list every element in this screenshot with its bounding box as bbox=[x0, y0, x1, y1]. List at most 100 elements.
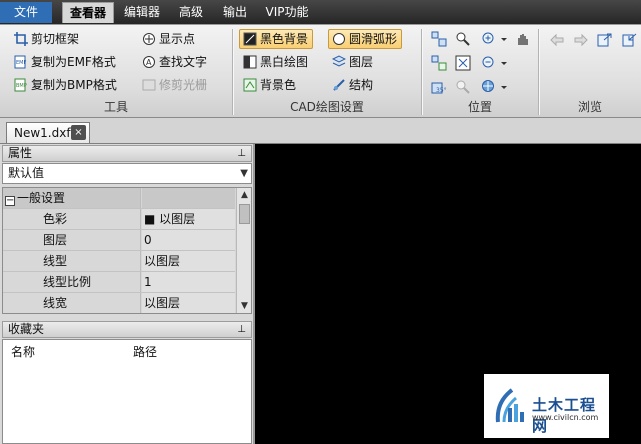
favorites-title-text: 收藏夹 bbox=[8, 322, 45, 336]
trim-raster-button[interactable]: 修剪光栅 bbox=[142, 75, 207, 95]
position-group-label: 位置 bbox=[467, 100, 492, 114]
svg-text:A: A bbox=[146, 58, 152, 67]
menu-editor[interactable]: 编辑器 bbox=[118, 2, 166, 23]
background-color-button[interactable]: 背景色 bbox=[243, 75, 296, 95]
close-icon[interactable]: × bbox=[71, 125, 86, 140]
smooth-arc-icon bbox=[332, 32, 346, 46]
property-scrollbar[interactable]: ▲ ▼ bbox=[236, 188, 251, 313]
fit-layout-icon[interactable] bbox=[431, 55, 447, 71]
browse-group-label: 浏览 bbox=[577, 100, 602, 114]
show-points-button[interactable]: 显示点 bbox=[142, 29, 195, 49]
layers-label: 图层 bbox=[349, 55, 374, 69]
pin-icon[interactable]: ⊥ bbox=[237, 322, 246, 337]
property-row[interactable]: 线型比例 1 bbox=[3, 272, 235, 293]
tools-group-label: 工具 bbox=[103, 100, 128, 114]
rotate-icon[interactable]: 35° bbox=[431, 79, 447, 95]
arrow-left-icon[interactable] bbox=[549, 32, 565, 48]
copy-bmp-button[interactable]: BMP 复制为BMP格式 bbox=[14, 75, 117, 95]
property-value[interactable]: 以图层 bbox=[142, 293, 235, 313]
structure-icon bbox=[332, 78, 346, 92]
property-row[interactable]: 色彩 ■ 以图层 bbox=[3, 209, 235, 230]
trim-raster-icon bbox=[142, 78, 156, 92]
chevron-down-icon[interactable] bbox=[497, 55, 513, 71]
copy-emf-button[interactable]: EMF 复制为EMF格式 bbox=[14, 52, 116, 72]
ribbon: 剪切框架 EMF 复制为EMF格式 BMP 复制为BMP格式 显示点 A 查找文… bbox=[0, 24, 641, 118]
civil-logo-icon bbox=[495, 388, 524, 423]
copy-bmp-icon: BMP bbox=[14, 78, 28, 92]
zoom-out-icon[interactable] bbox=[481, 55, 497, 71]
property-row[interactable]: 线宽 以图层 bbox=[3, 293, 235, 313]
category-label: 一般设置 bbox=[17, 191, 66, 205]
property-value[interactable]: 1 bbox=[142, 272, 235, 292]
pan-hand-icon[interactable] bbox=[515, 31, 531, 47]
property-name: 色彩 bbox=[3, 209, 141, 229]
show-points-label: 显示点 bbox=[159, 32, 196, 46]
black-background-label: 黑色背景 bbox=[260, 32, 309, 46]
favorites-list[interactable]: 名称 路径 bbox=[2, 339, 252, 444]
black-background-icon bbox=[243, 32, 257, 46]
zoom-previous-icon[interactable] bbox=[455, 79, 471, 95]
property-name: 线宽 bbox=[3, 293, 141, 313]
property-grid: − 一般设置 色彩 ■ 以图层 图层 0 线型 以图层 线型比例 1 线宽 以图层… bbox=[2, 187, 252, 314]
smooth-arc-label: 圆滑弧形 bbox=[349, 32, 398, 46]
export-icon[interactable] bbox=[597, 32, 613, 48]
zoom-window-icon[interactable] bbox=[431, 31, 447, 47]
property-value[interactable]: ■ 以图层 bbox=[142, 209, 235, 229]
find-text-icon: A bbox=[142, 55, 156, 69]
smooth-arc-button[interactable]: 圆滑弧形 bbox=[328, 29, 403, 49]
chevron-down-icon[interactable]: ▼ bbox=[240, 164, 248, 183]
property-value[interactable]: 以图层 bbox=[142, 251, 235, 271]
crop-frame-button[interactable]: 剪切框架 bbox=[14, 29, 79, 49]
black-white-icon bbox=[243, 55, 257, 69]
property-value[interactable]: 0 bbox=[142, 230, 235, 250]
property-row[interactable]: 图层 0 bbox=[3, 230, 235, 251]
column-header-path[interactable]: 路径 bbox=[133, 343, 157, 360]
chevron-down-icon[interactable] bbox=[497, 31, 513, 47]
collapse-icon[interactable]: − bbox=[5, 196, 15, 206]
copy-emf-icon: EMF bbox=[14, 55, 28, 69]
preset-combo-value: 默认值 bbox=[8, 166, 45, 180]
menu-viewer[interactable]: 查看器 bbox=[62, 2, 114, 23]
find-text-label: 查找文字 bbox=[159, 55, 208, 69]
zoom-in-icon[interactable] bbox=[481, 31, 497, 47]
find-text-button[interactable]: A 查找文字 bbox=[142, 52, 207, 72]
column-header-name[interactable]: 名称 bbox=[11, 343, 35, 360]
property-name: 线型 bbox=[3, 251, 141, 271]
import-icon[interactable] bbox=[622, 32, 638, 48]
zoom-select-icon[interactable] bbox=[455, 31, 471, 47]
structure-button[interactable]: 结构 bbox=[332, 75, 373, 95]
arrow-right-icon[interactable] bbox=[573, 32, 589, 48]
property-name: 图层 bbox=[3, 230, 141, 250]
properties-title-text: 属性 bbox=[8, 146, 33, 160]
menu-file[interactable]: 文件 bbox=[0, 2, 52, 23]
menu-output[interactable]: 输出 bbox=[216, 2, 254, 23]
crop-frame-icon bbox=[14, 32, 28, 46]
favorites-panel-title: 收藏夹 ⊥ bbox=[2, 321, 252, 338]
black-background-button[interactable]: 黑色背景 bbox=[239, 29, 314, 49]
svg-text:BMP: BMP bbox=[16, 83, 27, 89]
scroll-thumb[interactable] bbox=[239, 204, 250, 224]
property-row[interactable]: 线型 以图层 bbox=[3, 251, 235, 272]
cad-group-label: CAD绘图设置 bbox=[290, 100, 364, 114]
pin-icon[interactable]: ⊥ bbox=[237, 146, 246, 161]
background-color-label: 背景色 bbox=[260, 78, 297, 92]
menu-vip[interactable]: VIP功能 bbox=[260, 2, 314, 23]
menu-advanced[interactable]: 高级 bbox=[172, 2, 210, 23]
tab-new1-dxf[interactable]: New1.dxf × bbox=[6, 122, 90, 143]
tab-label: New1.dxf bbox=[14, 126, 71, 140]
preset-combo[interactable]: 默认值 ▼ bbox=[2, 163, 252, 184]
black-white-button[interactable]: 黑白绘图 bbox=[243, 52, 308, 72]
copy-emf-label: 复制为EMF格式 bbox=[31, 55, 116, 69]
layers-button[interactable]: 图层 bbox=[331, 52, 374, 72]
category-name: − 一般设置 bbox=[3, 188, 141, 208]
property-name: 线型比例 bbox=[3, 272, 141, 292]
zoom-globe-icon[interactable] bbox=[481, 79, 497, 95]
zoom-extents-icon[interactable] bbox=[455, 55, 471, 71]
scroll-up-icon[interactable]: ▲ bbox=[237, 188, 251, 202]
chevron-down-icon[interactable] bbox=[497, 79, 513, 95]
trim-raster-label: 修剪光栅 bbox=[159, 78, 208, 92]
category-value-cell bbox=[142, 188, 235, 208]
scroll-down-icon[interactable]: ▼ bbox=[237, 299, 251, 313]
document-tabs: New1.dxf × bbox=[0, 118, 641, 144]
category-row[interactable]: − 一般设置 bbox=[3, 188, 235, 209]
